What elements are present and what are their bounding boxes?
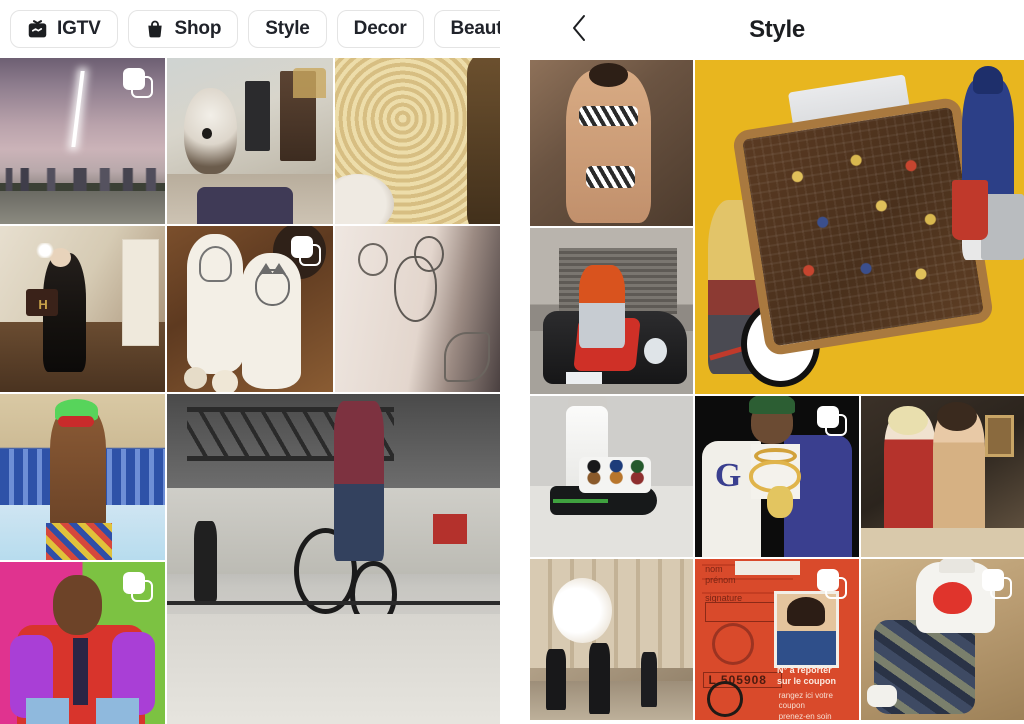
post-thumbnail: G: [695, 396, 859, 557]
ticket-label-signature: signature: [705, 592, 743, 603]
post-michael-kors-laptop-case[interactable]: [695, 60, 1024, 394]
post-thumbnail: [860, 396, 1024, 557]
post-thumbnail: [167, 394, 500, 724]
tab-decor[interactable]: Decor: [336, 10, 424, 48]
igtv-icon: [27, 19, 48, 40]
explore-photo-grid: [0, 58, 500, 724]
tab-label: Decor: [353, 18, 407, 39]
shopping-bag-icon: [145, 19, 166, 40]
post-leg-line-tattoo[interactable]: [334, 226, 500, 392]
tab-beauty[interactable]: Beauty: [433, 10, 500, 48]
post-thumbnail: [0, 58, 166, 224]
post-thumbnail: nom prénom signature L 505908 N° a repor…: [695, 559, 859, 720]
post-thumbnail: [167, 58, 333, 224]
page-title: Style: [749, 16, 805, 43]
app-screen: IGTV Shop Style Decor Beauty: [0, 0, 1024, 724]
back-button[interactable]: [562, 13, 596, 47]
post-woman-on-mini-cooper[interactable]: [530, 228, 694, 394]
post-thumbnail: [530, 396, 694, 557]
post-lightning-city-skyline[interactable]: [0, 58, 166, 224]
post-dog-living-room[interactable]: [167, 58, 333, 224]
post-two-women-portrait[interactable]: [860, 396, 1024, 557]
tab-label: Shop: [174, 18, 222, 39]
ticket-note-secondary: rangez ici votre coupon prenez-en soin n…: [778, 691, 833, 720]
post-thumbnail: [695, 60, 1024, 394]
post-runway-feather-show[interactable]: [530, 559, 694, 720]
tab-label: Beauty: [450, 18, 500, 39]
ticket-label-prenom: prénom: [705, 575, 736, 586]
style-topic-panel: Style G nom prénom signature L 505908 N°…: [530, 0, 1024, 724]
chevron-left-icon: [568, 13, 590, 48]
tab-shop[interactable]: Shop: [127, 10, 239, 48]
ticket-note-primary: N° a reporter sur le coupon: [777, 665, 837, 686]
post-mirror-selfie-handbag[interactable]: [0, 226, 166, 392]
tab-label: Style: [265, 18, 310, 39]
post-sock-sandal-palette[interactable]: [530, 396, 694, 557]
post-thumbnail: [530, 559, 694, 720]
post-thumbnail: [0, 226, 166, 392]
post-thumbnail: [860, 559, 1024, 720]
post-sand-hoodie-cargo-pants[interactable]: [860, 559, 1024, 720]
post-thumbnail: [334, 58, 500, 224]
post-thumbnail: [0, 562, 166, 724]
post-swimsuit-portrait[interactable]: [530, 60, 694, 226]
tab-label: IGTV: [57, 18, 101, 39]
post-thumbnail: [530, 60, 694, 226]
style-photo-grid: G nom prénom signature L 505908 N° a rep…: [530, 60, 1024, 720]
post-bmx-rider-ramp[interactable]: [167, 394, 500, 724]
category-tab-bar: IGTV Shop Style Decor Beauty: [0, 0, 500, 58]
explore-feed-panel: IGTV Shop Style Decor Beauty: [0, 0, 500, 724]
post-thumbnail: [167, 226, 333, 392]
tab-style[interactable]: Style: [248, 10, 327, 48]
post-thumbnail: [530, 228, 694, 394]
ticket-label-nom: nom: [705, 563, 723, 574]
post-poolside-portrait[interactable]: [0, 394, 166, 560]
post-metro-ticket-id-photo[interactable]: nom prénom signature L 505908 N° a repor…: [695, 559, 859, 720]
post-thumbnail: [0, 394, 166, 560]
post-thumbnail: [334, 226, 500, 392]
post-tattoo-sketches-wood[interactable]: [167, 226, 333, 392]
post-rapper-varsity-jacket[interactable]: G: [695, 396, 859, 557]
tab-igtv[interactable]: IGTV: [10, 10, 118, 48]
topic-header: Style: [530, 0, 1024, 60]
post-pink-green-portrait[interactable]: [0, 562, 166, 724]
panel-divider: [500, 0, 530, 724]
post-cacio-e-pepe-pasta[interactable]: [334, 58, 500, 224]
